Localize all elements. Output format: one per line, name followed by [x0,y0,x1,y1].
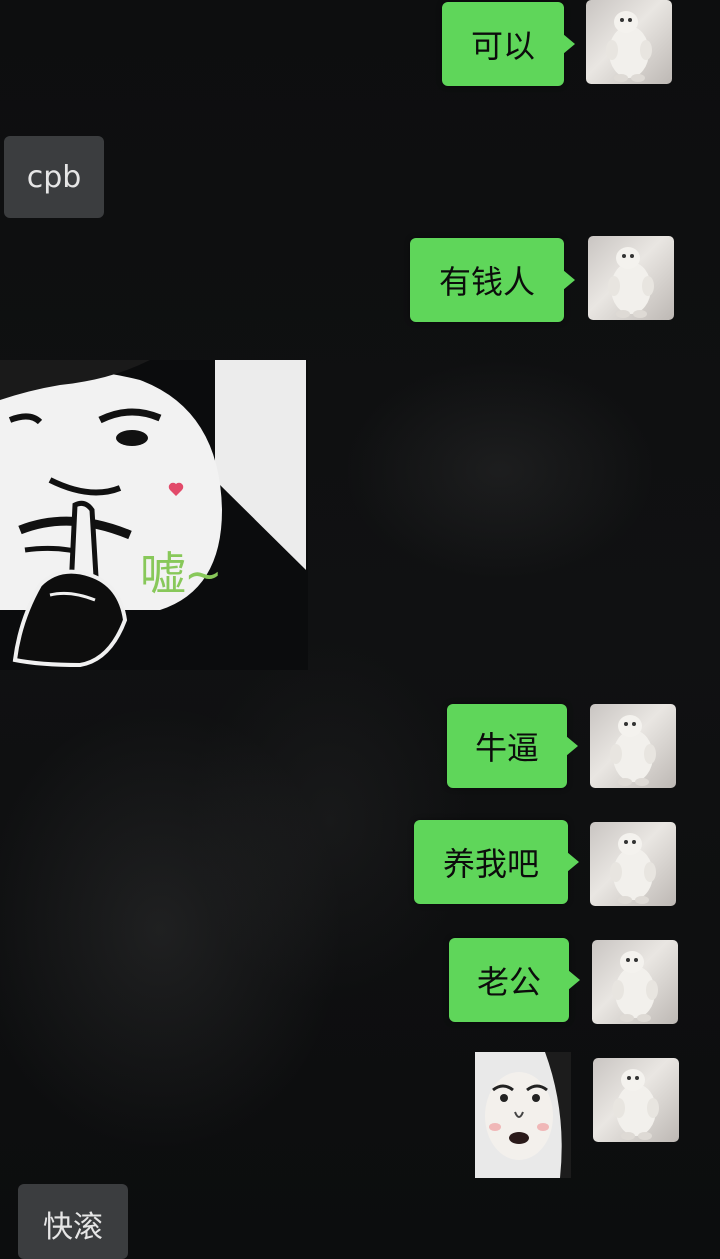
sticker-caption: 嘘~ [140,547,223,601]
message-text: cpb [26,159,82,195]
self-avatar[interactable] [590,704,676,788]
self-avatar[interactable] [586,0,672,84]
stuffed-dinosaur-icon [608,247,654,318]
stuffed-dinosaur-icon [612,951,658,1022]
stuffed-dinosaur-icon [606,11,652,82]
self-avatar[interactable] [593,1058,679,1142]
message-text: 牛逼 [474,729,539,767]
stuffed-dinosaur-icon [610,833,656,904]
message-text: 可以 [470,27,535,65]
message-text: 快滚 [43,1210,103,1245]
self-avatar[interactable] [590,822,676,906]
message-bubble-outgoing[interactable]: 可以 [442,2,575,86]
message-text: 老公 [476,963,541,1001]
self-avatar[interactable] [588,236,674,320]
face-image [475,1052,571,1178]
stuffed-dinosaur-icon [613,1069,659,1140]
shush-face-image [0,360,308,670]
message-bubble-outgoing[interactable]: 有钱人 [410,238,575,322]
message-bubble-outgoing[interactable]: 老公 [449,938,580,1022]
message-bubble-incoming[interactable]: 快滚 [18,1184,128,1259]
message-bubble-incoming[interactable]: cpb [4,136,104,218]
stuffed-dinosaur-icon [610,715,656,786]
shush-meme-sticker[interactable]: 嘘~ [0,360,308,670]
message-bubble-outgoing[interactable]: 牛逼 [447,704,578,788]
message-bubble-outgoing[interactable]: 养我吧 [414,820,579,904]
self-avatar[interactable] [592,940,678,1024]
message-text: 养我吧 [442,845,539,883]
message-text: 有钱人 [438,263,535,301]
face-meme-sticker[interactable] [475,1052,571,1178]
